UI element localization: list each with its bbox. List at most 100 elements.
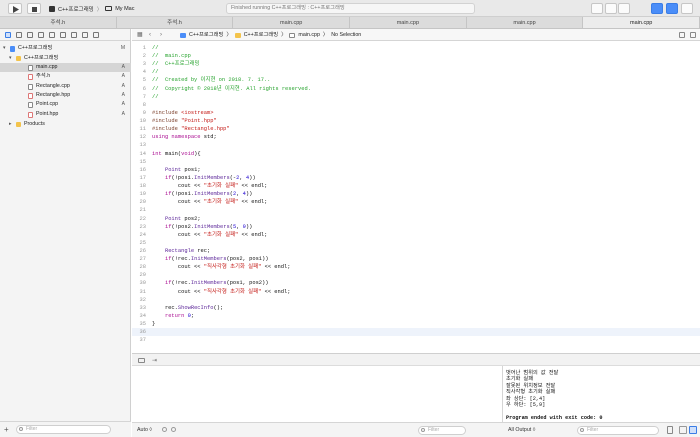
variables-scope-selector[interactable]: Auto ◊ [137, 427, 152, 433]
disclosure-open-icon[interactable]: ▾ [3, 44, 6, 53]
code-line[interactable]: 21 [132, 206, 700, 214]
run-button[interactable] [8, 3, 22, 14]
line-number[interactable]: 25 [132, 239, 146, 247]
scheme-selector[interactable]: C++프로그래밍 〉 My Mac [49, 3, 134, 14]
code-line[interactable]: 14 int main(void){ [132, 150, 700, 158]
disclosure-open-icon[interactable]: ▾ [9, 54, 12, 63]
line-number[interactable]: 24 [132, 231, 146, 239]
tree-item[interactable]: Point.cpp A [0, 100, 131, 109]
output-selector[interactable]: All Output ◊ [508, 427, 535, 433]
line-number[interactable]: 26 [132, 247, 146, 255]
hide-debug-area-icon[interactable] [138, 358, 145, 363]
tree-item[interactable]: ▾ C++프로그래밍 [0, 54, 131, 63]
line-number[interactable]: 23 [132, 223, 146, 231]
breakpoints-icon[interactable]: ⇥ [152, 357, 157, 364]
line-number[interactable]: 21 [132, 206, 146, 214]
breadcrumb-folder[interactable]: C++프로그래밍 [244, 29, 278, 41]
line-number[interactable]: 29 [132, 271, 146, 279]
debug-navigator-icon[interactable] [71, 31, 77, 38]
tree-item[interactable]: Point.hpp A [0, 110, 131, 119]
code-line[interactable]: 8 [132, 101, 700, 109]
line-number[interactable]: 32 [132, 296, 146, 304]
line-number[interactable]: 30 [132, 279, 146, 287]
code-line[interactable]: 4 // [132, 68, 700, 76]
issues-icon[interactable] [679, 32, 685, 38]
code-line[interactable]: 7 // [132, 93, 700, 101]
tab-3[interactable]: main.cpp [350, 17, 467, 28]
find-navigator-icon[interactable] [38, 31, 44, 38]
breadcrumb-file[interactable]: main.cpp [298, 29, 320, 41]
standard-editor-icon[interactable] [605, 3, 617, 14]
code-line[interactable]: 23 if(!pos2.InitMembers(5, 9)) [132, 223, 700, 231]
tree-item[interactable]: Rectangle.cpp A [0, 82, 131, 91]
tree-item[interactable]: 주석.h A [0, 72, 131, 81]
line-number[interactable]: 8 [132, 101, 146, 109]
code-line[interactable]: 25 [132, 239, 700, 247]
line-number[interactable]: 7 [132, 93, 146, 101]
code-line[interactable]: 32 [132, 296, 700, 304]
line-number[interactable]: 4 [132, 68, 146, 76]
code-line[interactable]: 16 Point pos1; [132, 166, 700, 174]
code-line[interactable]: 10 #include "Point.hpp" [132, 117, 700, 125]
code-line[interactable]: 29 [132, 271, 700, 279]
navigator-filter-field[interactable]: Filter [16, 425, 111, 434]
line-number[interactable]: 34 [132, 312, 146, 320]
line-number[interactable]: 31 [132, 288, 146, 296]
line-number[interactable]: 28 [132, 263, 146, 271]
line-number[interactable]: 36 [132, 328, 146, 336]
code-line[interactable]: 19 if(!pos1.InitMembers(2, 4)) [132, 190, 700, 198]
code-line[interactable]: 24 cout << "초기화 실패" << endl; [132, 231, 700, 239]
variables-view-toggle-icon[interactable] [679, 426, 687, 434]
debug-area-toggle-icon[interactable] [666, 3, 678, 14]
code-line[interactable]: 36 [132, 328, 700, 337]
tab-5[interactable]: main.cpp [583, 17, 700, 28]
line-number[interactable]: 6 [132, 85, 146, 93]
line-number[interactable]: 10 [132, 117, 146, 125]
code-line[interactable]: 37 [132, 336, 700, 344]
line-number[interactable]: 33 [132, 304, 146, 312]
tree-item[interactable]: ▾ C++프로그래밍 M [0, 44, 131, 53]
forward-arrow-icon[interactable]: › [160, 29, 162, 41]
tab-4[interactable]: main.cpp [467, 17, 584, 28]
trash-icon[interactable] [667, 426, 673, 434]
code-line[interactable]: 1 // [132, 44, 700, 52]
code-line[interactable]: 3 // C++프로그래밍 [132, 60, 700, 68]
code-line[interactable]: 5 // Created by 이지현 on 2018. 7. 17.. [132, 76, 700, 84]
line-number[interactable]: 1 [132, 44, 146, 52]
line-number[interactable]: 17 [132, 174, 146, 182]
disclosure-closed-icon[interactable]: ▸ [9, 120, 12, 129]
console-output[interactable]: 벗어난 범위의 값 전달 초기화 실패 잘못된 위치정보 전달 직사각형 초기화 실패… [504, 366, 700, 422]
line-number[interactable]: 18 [132, 182, 146, 190]
utilities-toggle-icon[interactable] [681, 3, 693, 14]
code-line[interactable]: 18 cout << "초기화 실패" << endl; [132, 182, 700, 190]
related-items-icon[interactable]: ▦ [137, 29, 143, 41]
source-editor[interactable]: 1 // 2 // main.cpp 3 // C++프로그래밍 4 // 5 // Create… [132, 42, 700, 353]
add-editor-icon[interactable] [690, 32, 696, 38]
line-number[interactable]: 11 [132, 125, 146, 133]
symbol-navigator-icon[interactable] [27, 31, 33, 38]
test-navigator-icon[interactable] [60, 31, 66, 38]
add-file-button[interactable]: + [4, 425, 9, 434]
code-line[interactable]: 31 cout << "직사각형 초기화 실패" << endl; [132, 288, 700, 296]
console-filter-field[interactable]: Filter [577, 426, 659, 435]
code-line[interactable]: 15 [132, 158, 700, 166]
navigator-toggle-icon[interactable] [651, 3, 663, 14]
code-line[interactable]: 33 rec.ShowRecInfo(); [132, 304, 700, 312]
assistant-editor-icon[interactable] [618, 3, 630, 14]
code-line[interactable]: 9 #include <iostream> [132, 109, 700, 117]
line-number[interactable]: 5 [132, 76, 146, 84]
line-number[interactable]: 9 [132, 109, 146, 117]
quick-look-icon[interactable] [162, 427, 167, 432]
line-number[interactable]: 15 [132, 158, 146, 166]
project-navigator-icon[interactable] [5, 31, 11, 38]
code-line[interactable]: 13 [132, 141, 700, 149]
line-number[interactable]: 2 [132, 52, 146, 60]
line-number[interactable]: 3 [132, 60, 146, 68]
stop-button[interactable] [27, 3, 41, 14]
line-number[interactable]: 27 [132, 255, 146, 263]
source-control-icon[interactable] [16, 31, 22, 38]
code-line[interactable]: 6 // Copyright © 2018년 이지현. All rights re… [132, 85, 700, 93]
tab-2[interactable]: main.cpp [233, 17, 351, 28]
line-number[interactable]: 14 [132, 150, 146, 158]
tree-item[interactable]: Rectangle.hpp A [0, 91, 131, 100]
